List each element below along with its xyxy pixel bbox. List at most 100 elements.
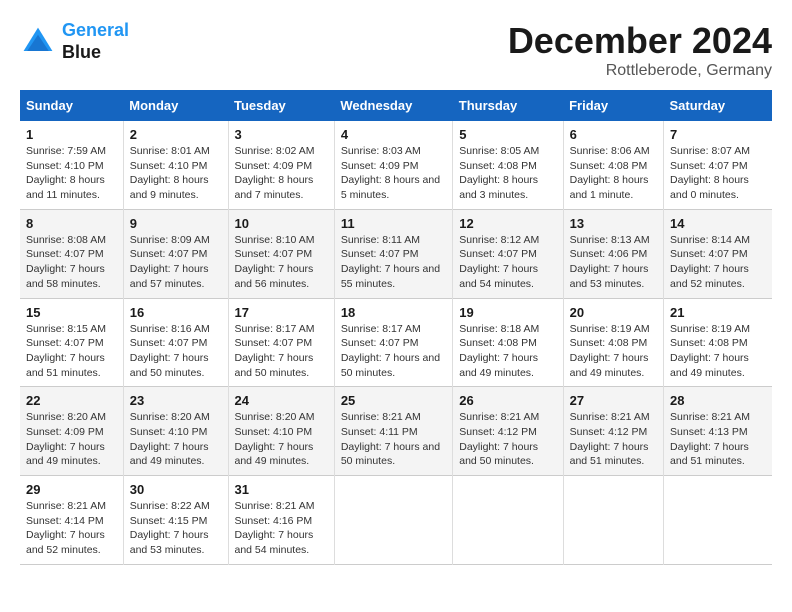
day-info: Sunrise: 8:19 AM Sunset: 4:08 PM Dayligh… bbox=[670, 322, 766, 381]
logo: General Blue bbox=[20, 20, 129, 63]
day-number: 17 bbox=[235, 305, 328, 320]
calendar-cell: 15 Sunrise: 8:15 AM Sunset: 4:07 PM Dayl… bbox=[20, 298, 123, 387]
weekday-header: Friday bbox=[563, 90, 663, 121]
weekday-header: Monday bbox=[123, 90, 228, 121]
calendar-cell: 2 Sunrise: 8:01 AM Sunset: 4:10 PM Dayli… bbox=[123, 121, 228, 209]
day-number: 28 bbox=[670, 393, 766, 408]
day-info: Sunrise: 8:02 AM Sunset: 4:09 PM Dayligh… bbox=[235, 144, 328, 203]
location-subtitle: Rottleberode, Germany bbox=[508, 62, 772, 80]
calendar-cell: 27 Sunrise: 8:21 AM Sunset: 4:12 PM Dayl… bbox=[563, 387, 663, 476]
day-number: 26 bbox=[459, 393, 556, 408]
calendar-cell: 23 Sunrise: 8:20 AM Sunset: 4:10 PM Dayl… bbox=[123, 387, 228, 476]
calendar-cell: 10 Sunrise: 8:10 AM Sunset: 4:07 PM Dayl… bbox=[228, 209, 334, 298]
day-number: 7 bbox=[670, 127, 766, 142]
month-title: December 2024 bbox=[508, 20, 772, 62]
calendar-cell: 16 Sunrise: 8:16 AM Sunset: 4:07 PM Dayl… bbox=[123, 298, 228, 387]
day-info: Sunrise: 8:19 AM Sunset: 4:08 PM Dayligh… bbox=[570, 322, 657, 381]
day-number: 10 bbox=[235, 216, 328, 231]
calendar-cell: 6 Sunrise: 8:06 AM Sunset: 4:08 PM Dayli… bbox=[563, 121, 663, 209]
day-number: 27 bbox=[570, 393, 657, 408]
day-number: 6 bbox=[570, 127, 657, 142]
day-info: Sunrise: 8:07 AM Sunset: 4:07 PM Dayligh… bbox=[670, 144, 766, 203]
day-number: 19 bbox=[459, 305, 556, 320]
day-info: Sunrise: 8:13 AM Sunset: 4:06 PM Dayligh… bbox=[570, 233, 657, 292]
calendar-cell: 8 Sunrise: 8:08 AM Sunset: 4:07 PM Dayli… bbox=[20, 209, 123, 298]
day-number: 13 bbox=[570, 216, 657, 231]
calendar-cell: 11 Sunrise: 8:11 AM Sunset: 4:07 PM Dayl… bbox=[334, 209, 452, 298]
day-number: 22 bbox=[26, 393, 117, 408]
day-number: 15 bbox=[26, 305, 117, 320]
calendar-cell: 12 Sunrise: 8:12 AM Sunset: 4:07 PM Dayl… bbox=[453, 209, 563, 298]
calendar-cell: 25 Sunrise: 8:21 AM Sunset: 4:11 PM Dayl… bbox=[334, 387, 452, 476]
day-number: 1 bbox=[26, 127, 117, 142]
calendar-week-row: 22 Sunrise: 8:20 AM Sunset: 4:09 PM Dayl… bbox=[20, 387, 772, 476]
day-info: Sunrise: 8:14 AM Sunset: 4:07 PM Dayligh… bbox=[670, 233, 766, 292]
day-number: 30 bbox=[130, 482, 222, 497]
calendar-table: SundayMondayTuesdayWednesdayThursdayFrid… bbox=[20, 90, 772, 565]
day-info: Sunrise: 8:21 AM Sunset: 4:11 PM Dayligh… bbox=[341, 410, 446, 469]
day-number: 23 bbox=[130, 393, 222, 408]
weekday-header: Thursday bbox=[453, 90, 563, 121]
weekday-header: Saturday bbox=[664, 90, 772, 121]
day-info: Sunrise: 8:18 AM Sunset: 4:08 PM Dayligh… bbox=[459, 322, 556, 381]
day-info: Sunrise: 8:22 AM Sunset: 4:15 PM Dayligh… bbox=[130, 499, 222, 558]
day-info: Sunrise: 8:10 AM Sunset: 4:07 PM Dayligh… bbox=[235, 233, 328, 292]
calendar-cell: 3 Sunrise: 8:02 AM Sunset: 4:09 PM Dayli… bbox=[228, 121, 334, 209]
day-info: Sunrise: 8:05 AM Sunset: 4:08 PM Dayligh… bbox=[459, 144, 556, 203]
day-info: Sunrise: 7:59 AM Sunset: 4:10 PM Dayligh… bbox=[26, 144, 117, 203]
calendar-cell: 19 Sunrise: 8:18 AM Sunset: 4:08 PM Dayl… bbox=[453, 298, 563, 387]
day-number: 24 bbox=[235, 393, 328, 408]
calendar-cell: 14 Sunrise: 8:14 AM Sunset: 4:07 PM Dayl… bbox=[664, 209, 772, 298]
calendar-cell: 18 Sunrise: 8:17 AM Sunset: 4:07 PM Dayl… bbox=[334, 298, 452, 387]
day-info: Sunrise: 8:20 AM Sunset: 4:10 PM Dayligh… bbox=[130, 410, 222, 469]
weekday-header: Wednesday bbox=[334, 90, 452, 121]
calendar-cell: 21 Sunrise: 8:19 AM Sunset: 4:08 PM Dayl… bbox=[664, 298, 772, 387]
weekday-header: Tuesday bbox=[228, 90, 334, 121]
day-info: Sunrise: 8:09 AM Sunset: 4:07 PM Dayligh… bbox=[130, 233, 222, 292]
day-info: Sunrise: 8:08 AM Sunset: 4:07 PM Dayligh… bbox=[26, 233, 117, 292]
day-number: 29 bbox=[26, 482, 117, 497]
calendar-cell bbox=[664, 476, 772, 565]
calendar-cell bbox=[453, 476, 563, 565]
day-number: 14 bbox=[670, 216, 766, 231]
logo-icon bbox=[20, 24, 56, 60]
calendar-cell: 1 Sunrise: 7:59 AM Sunset: 4:10 PM Dayli… bbox=[20, 121, 123, 209]
day-info: Sunrise: 8:11 AM Sunset: 4:07 PM Dayligh… bbox=[341, 233, 446, 292]
calendar-cell: 5 Sunrise: 8:05 AM Sunset: 4:08 PM Dayli… bbox=[453, 121, 563, 209]
day-info: Sunrise: 8:06 AM Sunset: 4:08 PM Dayligh… bbox=[570, 144, 657, 203]
day-number: 20 bbox=[570, 305, 657, 320]
day-info: Sunrise: 8:21 AM Sunset: 4:12 PM Dayligh… bbox=[570, 410, 657, 469]
day-info: Sunrise: 8:21 AM Sunset: 4:13 PM Dayligh… bbox=[670, 410, 766, 469]
page-header: General Blue December 2024 Rottleberode,… bbox=[20, 20, 772, 80]
calendar-cell: 9 Sunrise: 8:09 AM Sunset: 4:07 PM Dayli… bbox=[123, 209, 228, 298]
calendar-cell: 30 Sunrise: 8:22 AM Sunset: 4:15 PM Dayl… bbox=[123, 476, 228, 565]
calendar-cell: 22 Sunrise: 8:20 AM Sunset: 4:09 PM Dayl… bbox=[20, 387, 123, 476]
calendar-cell: 17 Sunrise: 8:17 AM Sunset: 4:07 PM Dayl… bbox=[228, 298, 334, 387]
calendar-cell: 28 Sunrise: 8:21 AM Sunset: 4:13 PM Dayl… bbox=[664, 387, 772, 476]
calendar-cell: 24 Sunrise: 8:20 AM Sunset: 4:10 PM Dayl… bbox=[228, 387, 334, 476]
calendar-cell: 31 Sunrise: 8:21 AM Sunset: 4:16 PM Dayl… bbox=[228, 476, 334, 565]
day-number: 16 bbox=[130, 305, 222, 320]
calendar-week-row: 29 Sunrise: 8:21 AM Sunset: 4:14 PM Dayl… bbox=[20, 476, 772, 565]
day-number: 8 bbox=[26, 216, 117, 231]
calendar-cell bbox=[334, 476, 452, 565]
day-info: Sunrise: 8:21 AM Sunset: 4:14 PM Dayligh… bbox=[26, 499, 117, 558]
day-number: 2 bbox=[130, 127, 222, 142]
day-number: 11 bbox=[341, 216, 446, 231]
day-info: Sunrise: 8:17 AM Sunset: 4:07 PM Dayligh… bbox=[235, 322, 328, 381]
calendar-cell: 7 Sunrise: 8:07 AM Sunset: 4:07 PM Dayli… bbox=[664, 121, 772, 209]
calendar-cell: 20 Sunrise: 8:19 AM Sunset: 4:08 PM Dayl… bbox=[563, 298, 663, 387]
calendar-cell: 29 Sunrise: 8:21 AM Sunset: 4:14 PM Dayl… bbox=[20, 476, 123, 565]
day-info: Sunrise: 8:16 AM Sunset: 4:07 PM Dayligh… bbox=[130, 322, 222, 381]
day-number: 21 bbox=[670, 305, 766, 320]
day-number: 9 bbox=[130, 216, 222, 231]
day-info: Sunrise: 8:21 AM Sunset: 4:16 PM Dayligh… bbox=[235, 499, 328, 558]
day-number: 3 bbox=[235, 127, 328, 142]
calendar-week-row: 8 Sunrise: 8:08 AM Sunset: 4:07 PM Dayli… bbox=[20, 209, 772, 298]
day-number: 31 bbox=[235, 482, 328, 497]
day-info: Sunrise: 8:01 AM Sunset: 4:10 PM Dayligh… bbox=[130, 144, 222, 203]
day-info: Sunrise: 8:15 AM Sunset: 4:07 PM Dayligh… bbox=[26, 322, 117, 381]
calendar-cell: 26 Sunrise: 8:21 AM Sunset: 4:12 PM Dayl… bbox=[453, 387, 563, 476]
calendar-week-row: 15 Sunrise: 8:15 AM Sunset: 4:07 PM Dayl… bbox=[20, 298, 772, 387]
calendar-cell: 13 Sunrise: 8:13 AM Sunset: 4:06 PM Dayl… bbox=[563, 209, 663, 298]
